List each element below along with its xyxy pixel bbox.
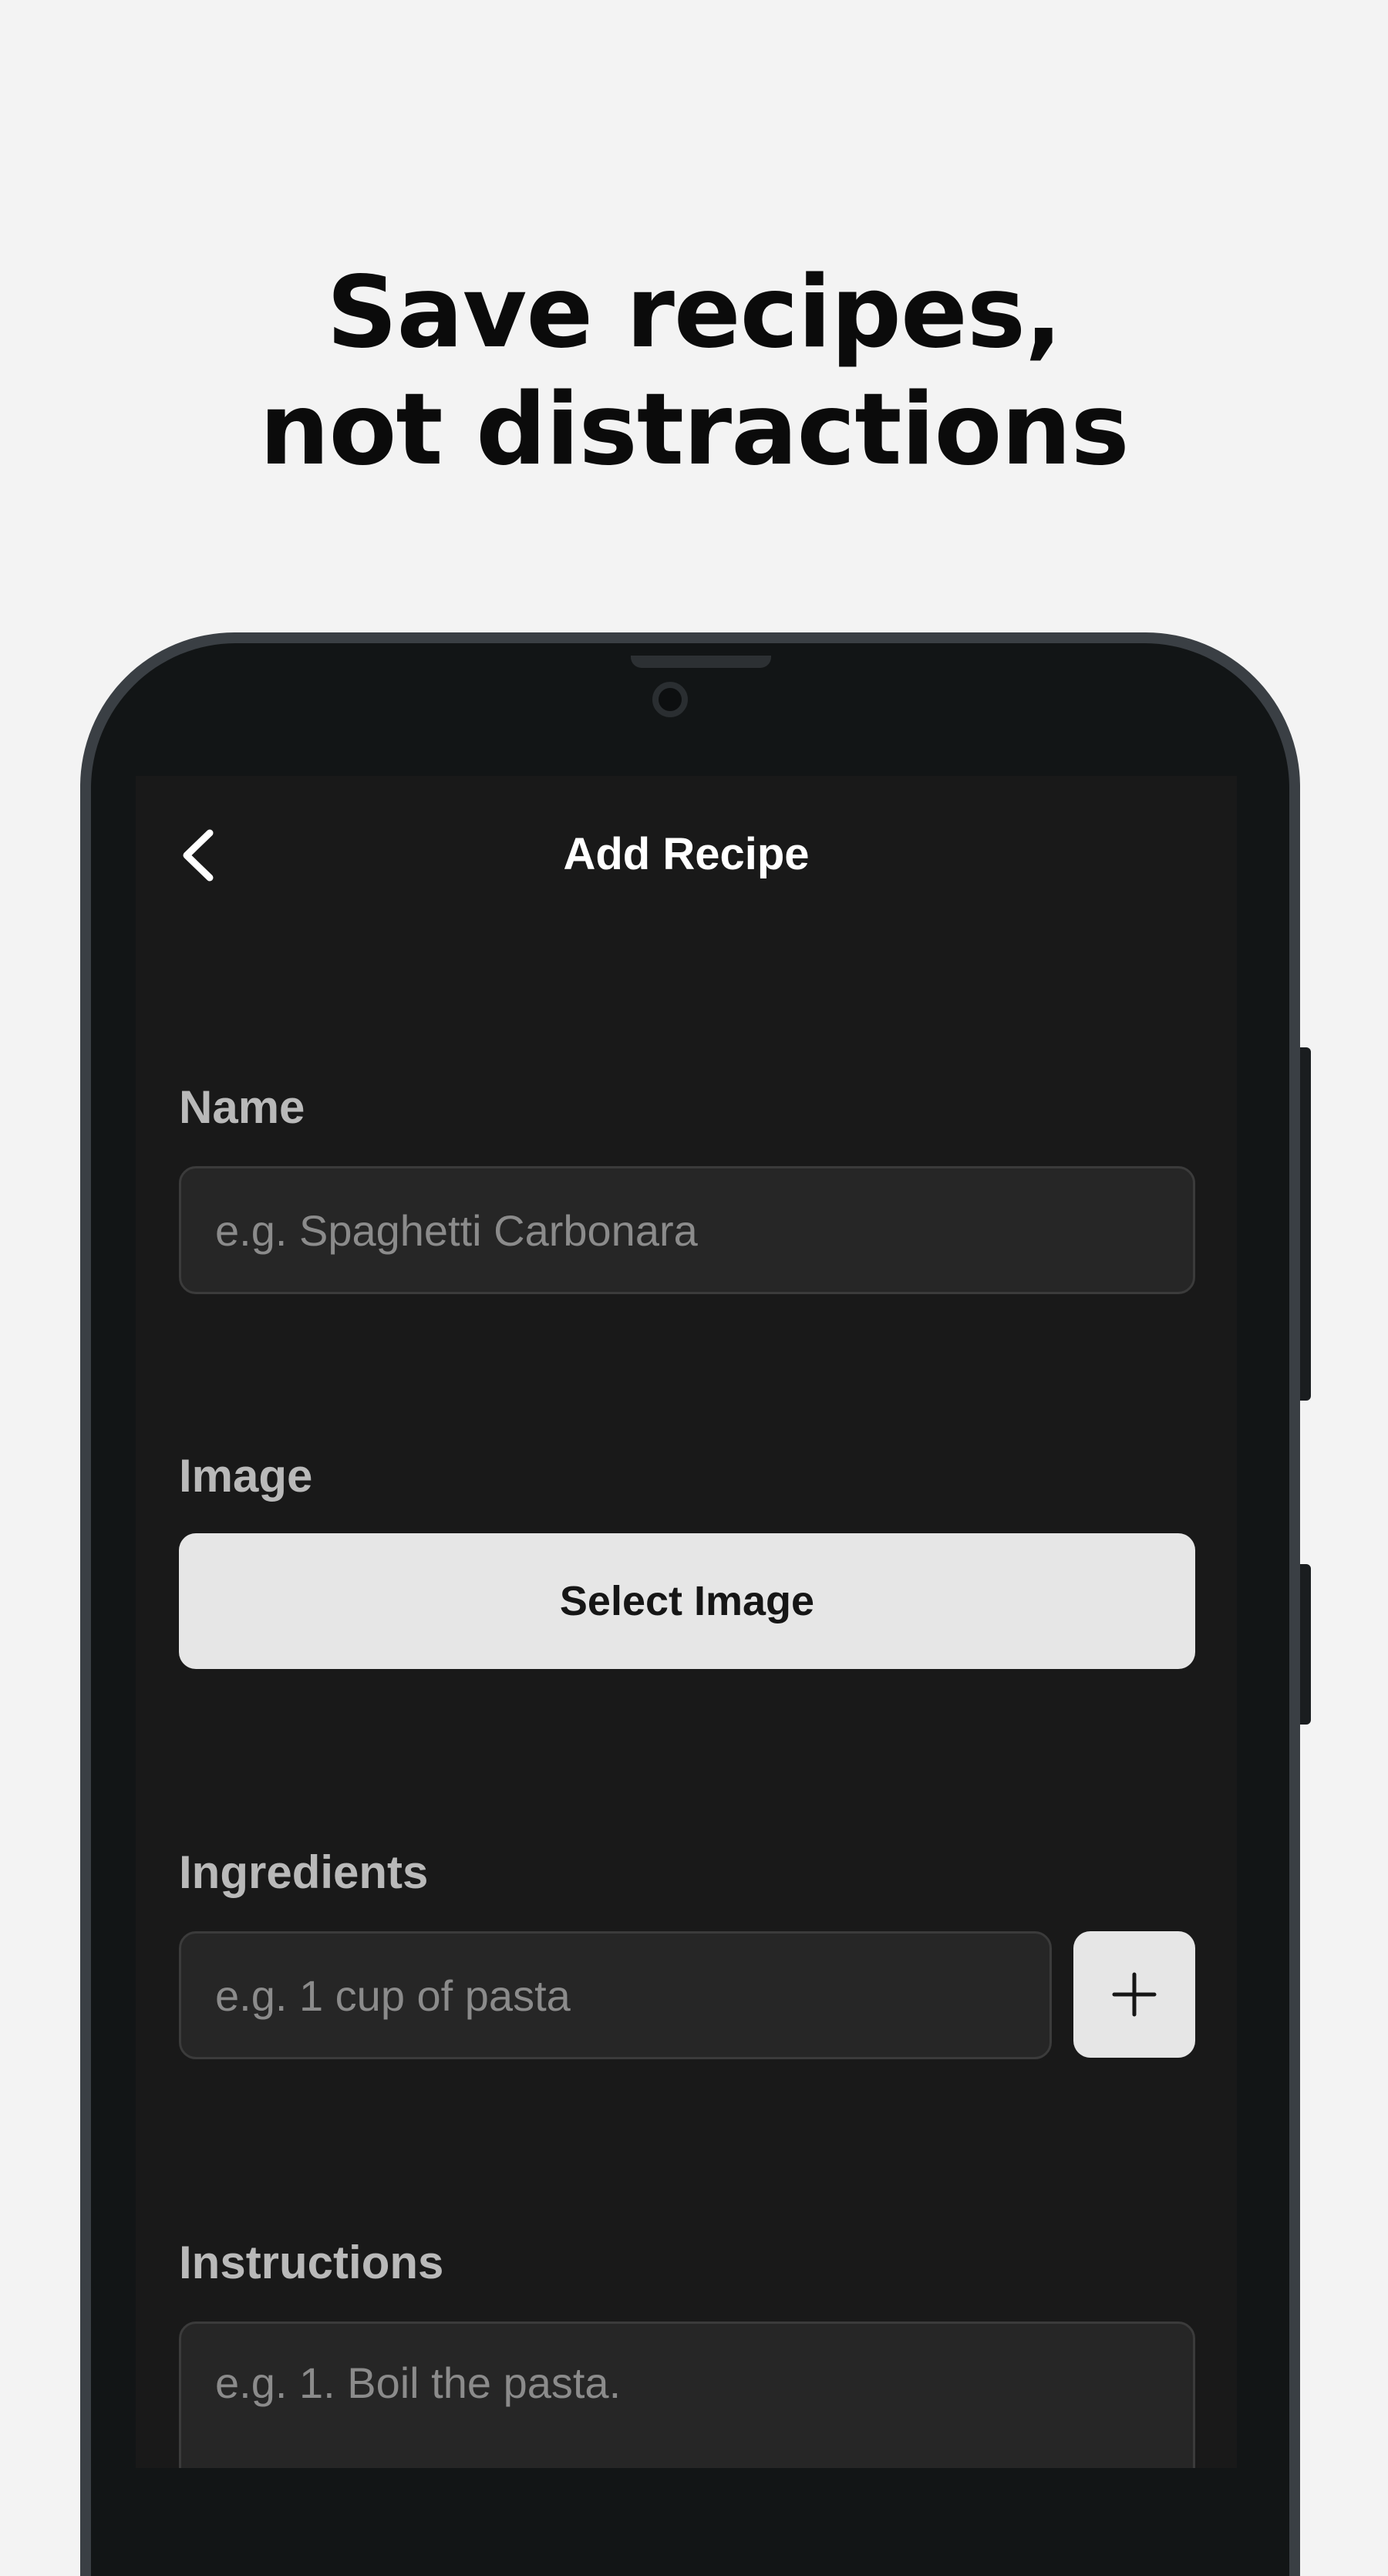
ingredient-input-placeholder: e.g. 1 cup of pasta	[215, 1971, 571, 2020]
instructions-textarea[interactable]: e.g. 1. Boil the pasta.	[179, 2321, 1195, 2468]
app-screen: Add Recipe Name e.g. Spaghetti Carbonara…	[136, 776, 1237, 2468]
phone-side-button-lower	[1300, 1564, 1311, 1725]
instructions-label: Instructions	[179, 2237, 444, 2288]
speaker-grille	[631, 656, 771, 668]
ingredients-label: Ingredients	[179, 1846, 429, 1898]
instructions-placeholder: e.g. 1. Boil the pasta.	[215, 2359, 622, 2407]
ingredient-input[interactable]: e.g. 1 cup of pasta	[179, 1931, 1052, 2059]
page-title: Add Recipe	[563, 829, 810, 879]
phone-side-button-upper	[1300, 1047, 1311, 1401]
front-camera-icon	[652, 682, 688, 717]
image-label: Image	[179, 1450, 313, 1502]
plus-icon	[1112, 1972, 1157, 2017]
name-input-placeholder: e.g. Spaghetti Carbonara	[215, 1205, 698, 1255]
headline-line-2: not distractions	[259, 373, 1129, 487]
promo-headline: Save recipes, not distractions	[0, 255, 1388, 489]
name-label: Name	[179, 1081, 305, 1133]
name-input[interactable]: e.g. Spaghetti Carbonara	[179, 1166, 1195, 1294]
select-image-button[interactable]: Select Image	[179, 1533, 1195, 1669]
headline-line-1: Save recipes,	[326, 255, 1062, 370]
add-ingredient-button[interactable]	[1073, 1931, 1195, 2058]
